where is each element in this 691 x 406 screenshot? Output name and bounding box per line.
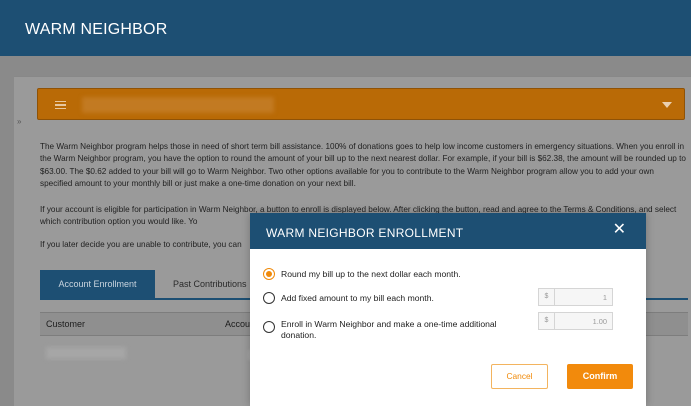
modal-header: WARM NEIGHBOR ENROLLMENT ✕ — [250, 213, 646, 249]
radio-one-time[interactable] — [263, 321, 275, 333]
modal-title: WARM NEIGHBOR ENROLLMENT — [266, 226, 464, 240]
fixed-amount-input[interactable]: $ 1 — [538, 288, 613, 306]
option-round-up-label: Round my bill up to the next dollar each… — [281, 269, 461, 279]
customer-cell-redacted — [46, 347, 126, 359]
option-one-time-label: Enroll in Warm Neighbor and make a one-t… — [281, 319, 497, 340]
account-selector-dropdown[interactable] — [37, 88, 685, 120]
currency-symbol: $ — [539, 313, 555, 329]
close-icon[interactable]: ✕ — [613, 222, 626, 238]
tab-account-enrollment[interactable]: Account Enrollment — [40, 270, 155, 298]
app-header: WARM NEIGHBOR — [0, 0, 691, 56]
currency-symbol: $ — [539, 289, 555, 305]
one-time-amount-value: 1.00 — [592, 317, 607, 326]
one-time-amount-input[interactable]: $ 1.00 — [538, 312, 613, 330]
chevron-down-icon — [662, 102, 672, 108]
option-fixed-amount-label: Add fixed amount to my bill each month. — [281, 293, 434, 303]
column-header-account: Accou — [225, 319, 251, 329]
confirm-button[interactable]: Confirm — [567, 364, 633, 389]
program-description: The Warm Neighbor program helps those in… — [40, 142, 686, 188]
collapse-marker: » — [17, 117, 22, 126]
tab-past-contributions[interactable]: Past Contributions — [163, 270, 251, 298]
column-header-customer: Customer — [46, 319, 86, 329]
enrollment-modal: WARM NEIGHBOR ENROLLMENT ✕ Round my bill… — [250, 213, 646, 406]
radio-round-up[interactable] — [263, 268, 275, 280]
fixed-amount-value: 1 — [602, 293, 607, 302]
menu-icon — [55, 101, 66, 110]
radio-fixed-amount[interactable] — [263, 292, 275, 304]
cancel-description: If you later decide you are unable to co… — [40, 240, 242, 249]
account-selector-value-redacted — [82, 97, 274, 113]
cancel-button[interactable]: Cancel — [491, 364, 548, 389]
app-title: WARM NEIGHBOR — [25, 21, 168, 38]
